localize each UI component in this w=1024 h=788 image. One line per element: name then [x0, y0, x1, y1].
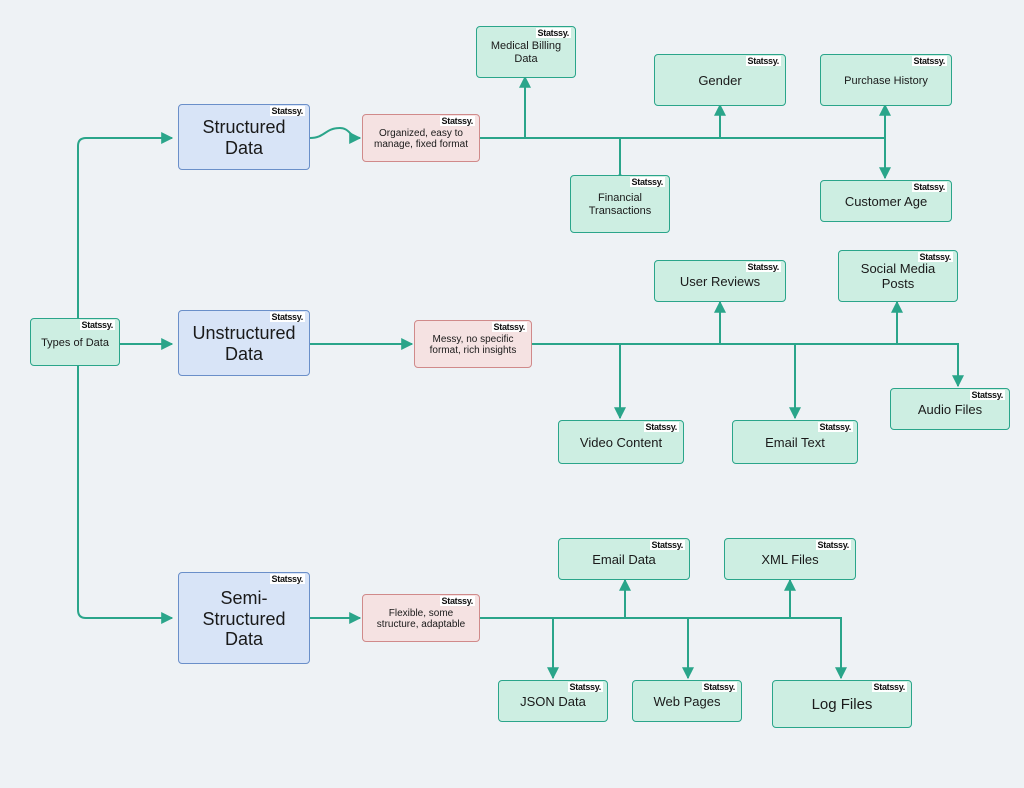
leaf-label: Email Data [592, 553, 656, 568]
root-label: Types of Data [41, 337, 109, 350]
watermark: Statssy. [630, 177, 665, 187]
desc-unstructured: Messy, no specific format, rich insights [425, 334, 521, 357]
watermark: Statssy. [536, 28, 571, 38]
unstructured-label: Unstructured Data [189, 323, 299, 364]
node-root: Statssy. Types of Data [30, 318, 120, 366]
leaf-label: Audio Files [918, 403, 982, 418]
edges-layer [0, 0, 1024, 788]
watermark: Statssy. [970, 390, 1005, 400]
node-desc-semi: Statssy. Flexible, some structure, adapt… [362, 594, 480, 642]
leaf-label: Purchase History [844, 75, 928, 88]
node-structured: Statssy. Structured Data [178, 104, 310, 170]
leaf-label: Gender [698, 74, 741, 89]
watermark: Statssy. [746, 56, 781, 66]
leaf-label: XML Files [761, 553, 818, 568]
watermark: Statssy. [918, 252, 953, 262]
watermark: Statssy. [912, 182, 947, 192]
watermark: Statssy. [80, 320, 115, 330]
desc-semi: Flexible, some structure, adaptable [373, 608, 469, 631]
node-video-content: Statssy. Video Content [558, 420, 684, 464]
node-json-data: Statssy. JSON Data [498, 680, 608, 722]
leaf-label: JSON Data [520, 695, 586, 710]
leaf-label: Medical Billing Data [487, 40, 565, 65]
node-log-files: Statssy. Log Files [772, 680, 912, 728]
leaf-label: Customer Age [845, 195, 927, 210]
watermark: Statssy. [440, 116, 475, 126]
node-xml-files: Statssy. XML Files [724, 538, 856, 580]
diagram-canvas: Statssy. Types of Data Statssy. Structur… [0, 0, 1024, 788]
leaf-label: Video Content [580, 436, 662, 451]
node-semi-structured: Statssy. Semi-Structured Data [178, 572, 310, 664]
watermark: Statssy. [440, 596, 475, 606]
node-email-text: Statssy. Email Text [732, 420, 858, 464]
node-social-media: Statssy. Social Media Posts [838, 250, 958, 302]
watermark: Statssy. [872, 682, 907, 692]
leaf-label: Social Media Posts [849, 262, 947, 292]
node-email-data: Statssy. Email Data [558, 538, 690, 580]
watermark: Statssy. [270, 106, 305, 116]
watermark: Statssy. [492, 322, 527, 332]
watermark: Statssy. [270, 312, 305, 322]
leaf-label: Web Pages [654, 695, 721, 710]
node-desc-structured: Statssy. Organized, easy to manage, fixe… [362, 114, 480, 162]
node-purchase-history: Statssy. Purchase History [820, 54, 952, 106]
node-desc-unstructured: Statssy. Messy, no specific format, rich… [414, 320, 532, 368]
node-gender: Statssy. Gender [654, 54, 786, 106]
leaf-label: Financial Transactions [581, 192, 659, 217]
watermark: Statssy. [650, 540, 685, 550]
leaf-label: Log Files [812, 696, 873, 713]
node-web-pages: Statssy. Web Pages [632, 680, 742, 722]
node-unstructured: Statssy. Unstructured Data [178, 310, 310, 376]
node-customer-age: Statssy. Customer Age [820, 180, 952, 222]
watermark: Statssy. [644, 422, 679, 432]
node-financial-tx: Statssy. Financial Transactions [570, 175, 670, 233]
watermark: Statssy. [912, 56, 947, 66]
node-medical-billing: Statssy. Medical Billing Data [476, 26, 576, 78]
structured-label: Structured Data [189, 117, 299, 158]
leaf-label: Email Text [765, 436, 825, 451]
watermark: Statssy. [746, 262, 781, 272]
desc-structured: Organized, easy to manage, fixed format [373, 128, 469, 151]
watermark: Statssy. [818, 422, 853, 432]
watermark: Statssy. [568, 682, 603, 692]
node-user-reviews: Statssy. User Reviews [654, 260, 786, 302]
watermark: Statssy. [702, 682, 737, 692]
node-audio-files: Statssy. Audio Files [890, 388, 1010, 430]
semi-structured-label: Semi-Structured Data [189, 588, 299, 650]
watermark: Statssy. [270, 574, 305, 584]
leaf-label: User Reviews [680, 275, 760, 290]
watermark: Statssy. [816, 540, 851, 550]
